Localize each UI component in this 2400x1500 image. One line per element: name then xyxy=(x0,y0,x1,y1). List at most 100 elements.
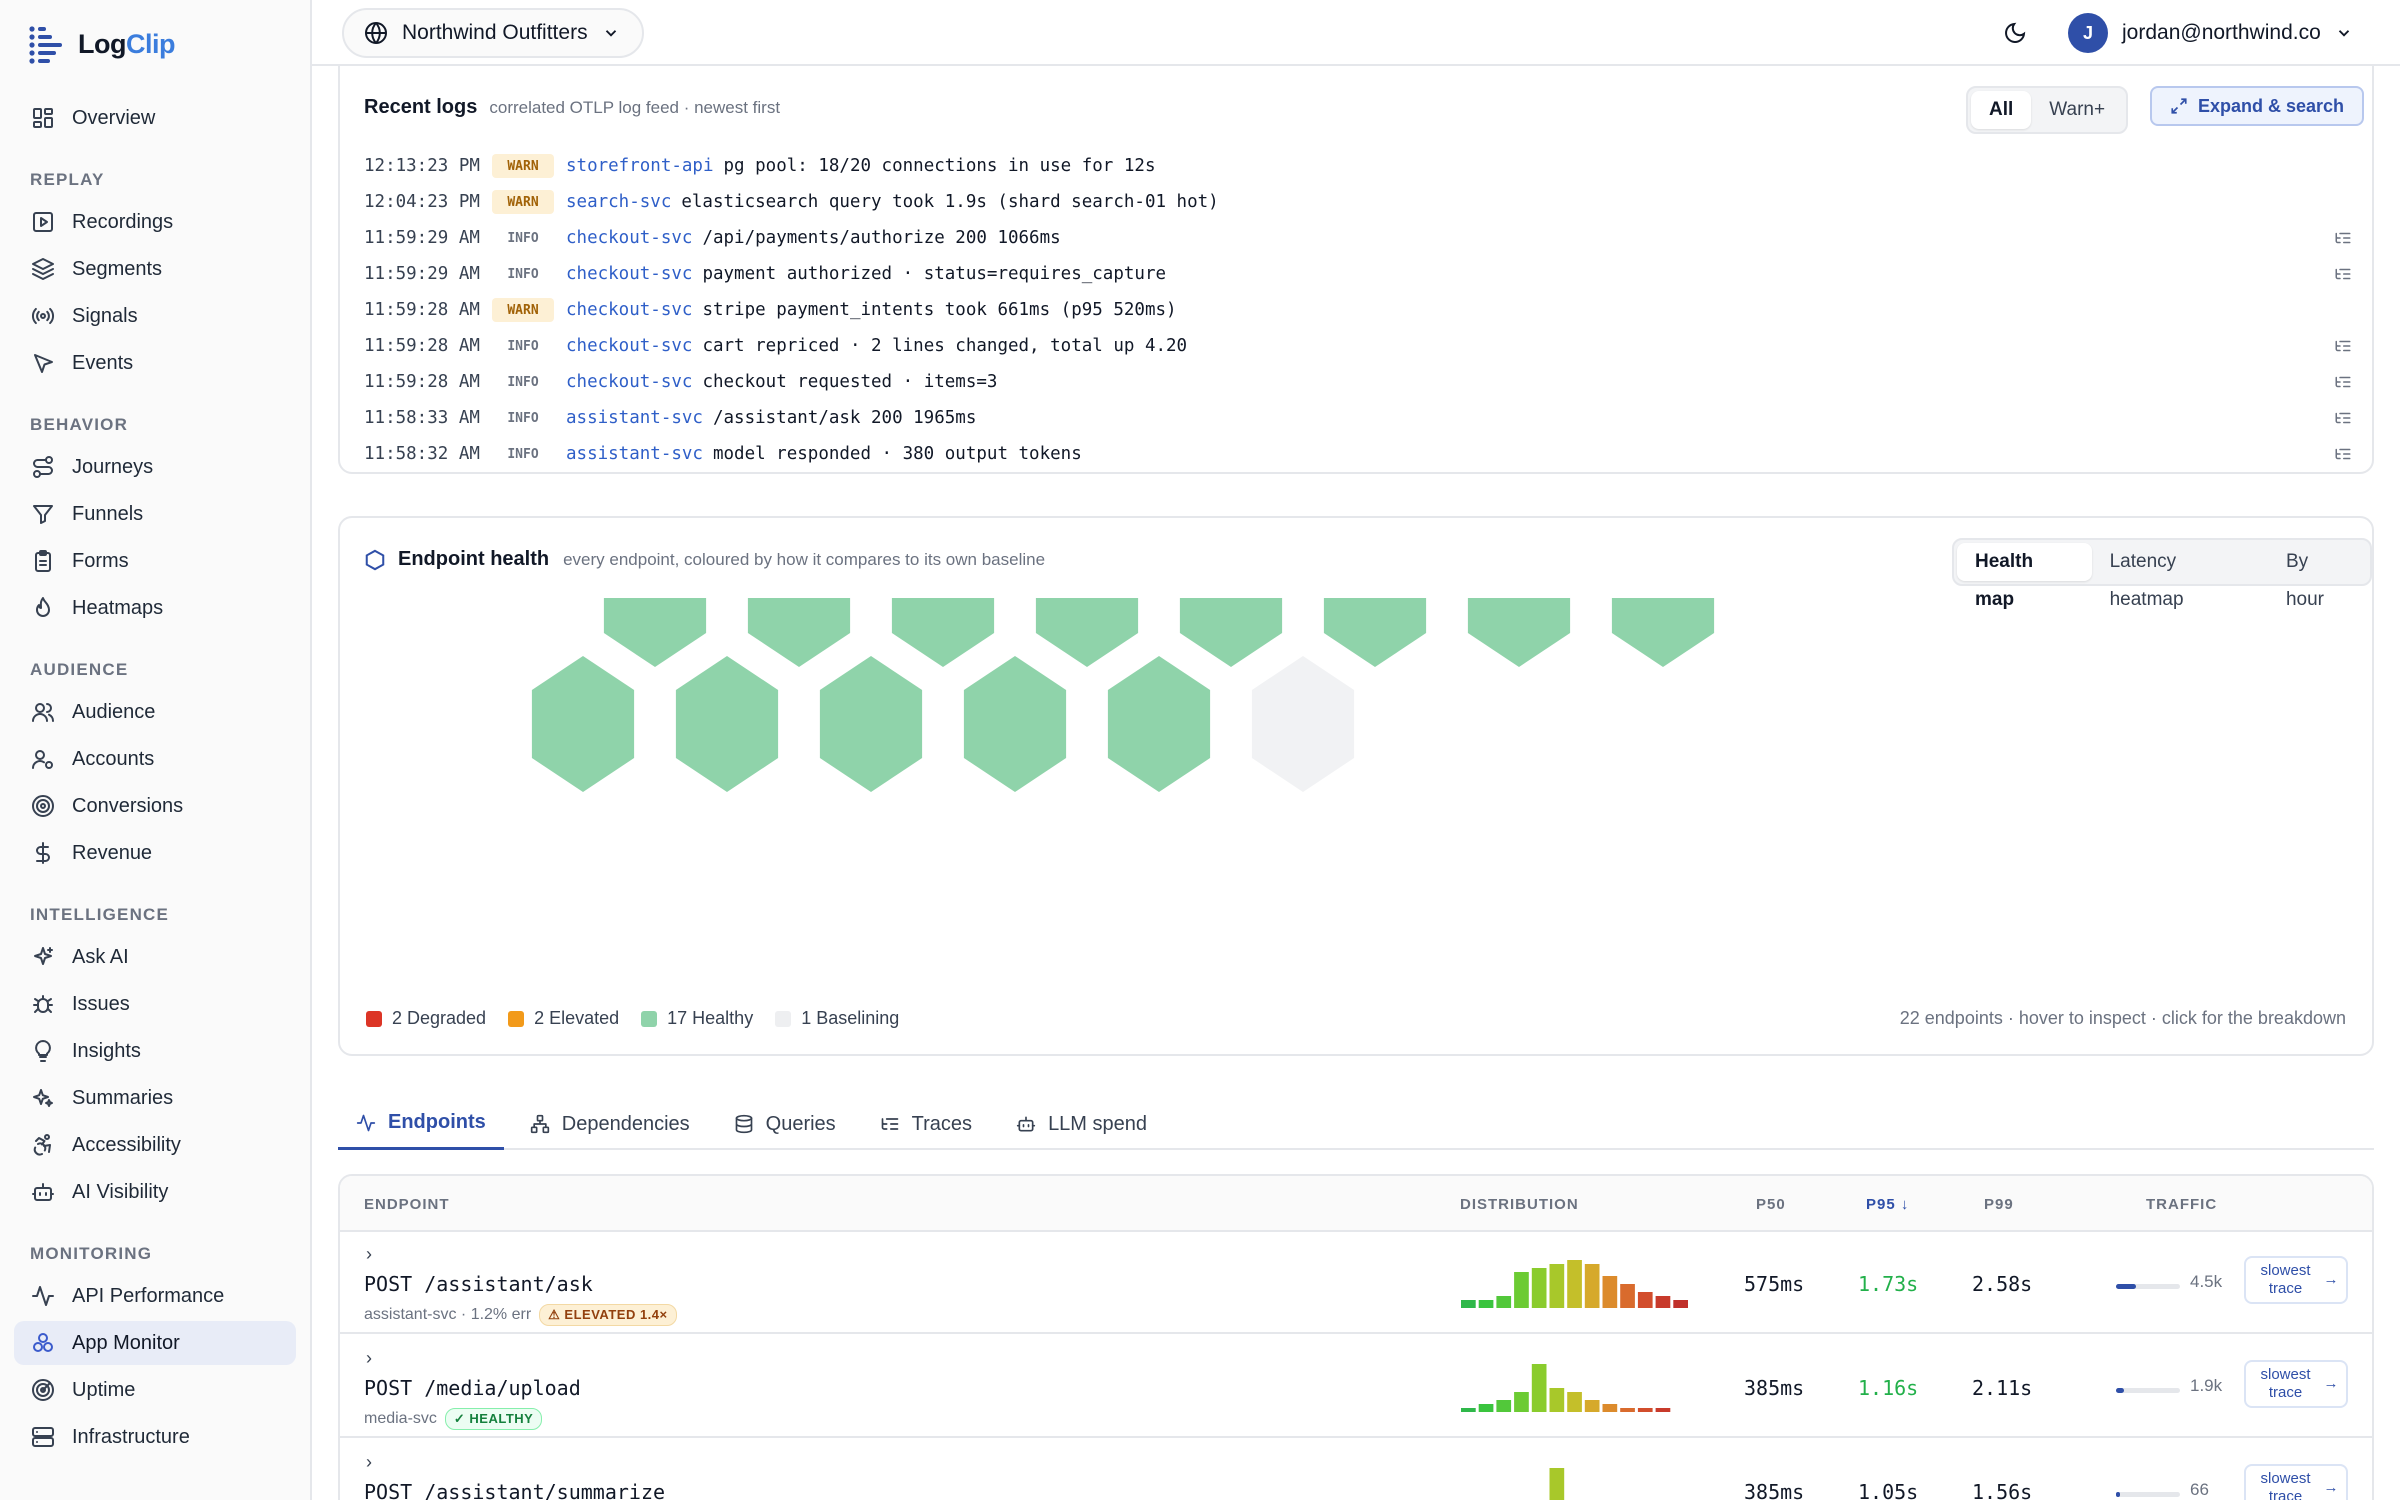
log-row[interactable]: 11:59:28 AM INFO checkout-svc cart repriced… xyxy=(364,328,2354,364)
log-service[interactable]: checkout-svc xyxy=(566,300,692,320)
endpoint-hex-healthy[interactable] xyxy=(675,656,779,792)
endpoint-hex-baselining[interactable] xyxy=(1251,656,1355,792)
sidebar-item-infrastructure[interactable]: Infrastructure xyxy=(14,1415,296,1459)
sidebar-item-funnels[interactable]: Funnels xyxy=(14,492,296,536)
log-service[interactable]: checkout-svc xyxy=(566,372,692,392)
log-service[interactable]: assistant-svc xyxy=(566,408,703,428)
trace-link-icon[interactable] xyxy=(2332,443,2354,465)
tab-queries[interactable]: Queries xyxy=(716,1098,854,1150)
col-p50[interactable]: P50 xyxy=(1756,1196,1786,1213)
expand-search-button[interactable]: Expand & search xyxy=(2150,86,2365,126)
list-tree-icon xyxy=(880,1114,900,1134)
endpoint-hex-healthy[interactable] xyxy=(963,656,1067,792)
table-row[interactable]: › POST /assistant/ask assistant-svc · 1.2%… xyxy=(340,1232,2372,1334)
sidebar-item-overview[interactable]: Overview xyxy=(14,96,296,140)
endpoint-hex-healthy[interactable] xyxy=(1107,656,1211,792)
expand-row-icon[interactable]: › xyxy=(366,1452,372,1473)
view-health-map[interactable]: Health map xyxy=(1957,543,2092,610)
sidebar-item-journeys[interactable]: Journeys xyxy=(14,445,296,489)
sidebar-item-recordings[interactable]: Recordings xyxy=(14,200,296,244)
view-latency-heatmap[interactable]: Latency heatmap xyxy=(2092,543,2268,610)
log-row[interactable]: 11:59:28 AM INFO checkout-svc checkout requ… xyxy=(364,364,2354,400)
log-row[interactable]: 11:58:32 AM INFO assistant-svc model respon… xyxy=(364,436,2354,468)
sidebar-item-revenue[interactable]: Revenue xyxy=(14,831,296,875)
endpoint-meta: assistant-svc · 1.2% err ⚠ ELEVATED 1.4× xyxy=(364,1304,677,1326)
trace-link-icon[interactable] xyxy=(2332,227,2354,249)
org-switcher[interactable]: Northwind Outfitters xyxy=(342,8,644,58)
user-menu[interactable]: J jordan@northwind.co xyxy=(2068,12,2353,54)
log-service[interactable]: assistant-svc xyxy=(566,444,703,464)
col-p99[interactable]: P99 xyxy=(1984,1196,2014,1213)
sidebar-item-signals[interactable]: Signals xyxy=(14,294,296,338)
sidebar-item-conversions[interactable]: Conversions xyxy=(14,784,296,828)
log-service[interactable]: checkout-svc xyxy=(566,228,692,248)
col-endpoint[interactable]: ENDPOINT xyxy=(364,1196,450,1213)
endpoint-hex-healthy[interactable] xyxy=(747,598,851,667)
log-row[interactable]: 11:59:29 AM INFO checkout-svc payment autho… xyxy=(364,256,2354,292)
sidebar-item-ai-visibility[interactable]: AI Visibility xyxy=(14,1170,296,1214)
endpoint-hex-healthy[interactable] xyxy=(1035,598,1139,667)
slowest-trace-button[interactable]: slowest trace → xyxy=(2244,1464,2348,1500)
bot-icon xyxy=(30,1179,56,1205)
table-row[interactable]: › POST /assistant/summarize 385ms 1.05s 1.56… xyxy=(340,1440,2372,1500)
sidebar-item-forms[interactable]: Forms xyxy=(14,539,296,583)
legend-swatch xyxy=(366,1010,382,1027)
log-row[interactable]: 12:13:23 PM WARN storefront-api pg pool: 18… xyxy=(364,148,2354,184)
tab-dependencies[interactable]: Dependencies xyxy=(512,1098,708,1150)
sidebar-item-app-monitor[interactable]: App Monitor xyxy=(14,1321,296,1365)
filter-warn[interactable]: Warn+ xyxy=(2031,91,2123,129)
sidebar-item-ask-ai[interactable]: Ask AI xyxy=(14,935,296,979)
log-service[interactable]: storefront-api xyxy=(566,156,714,176)
user-cog-icon xyxy=(30,746,56,772)
log-list[interactable]: 12:13:23 PM WARN storefront-api pg pool: 18… xyxy=(364,148,2354,468)
endpoint-hex-healthy[interactable] xyxy=(1323,598,1427,667)
sidebar-item-summaries[interactable]: Summaries xyxy=(14,1076,296,1120)
sidebar-item-label: Segments xyxy=(72,257,163,280)
tab-llm-spend[interactable]: LLM spend xyxy=(998,1098,1165,1150)
log-message: elasticsearch query took 1.9s (shard sea… xyxy=(681,192,1219,212)
log-service[interactable]: checkout-svc xyxy=(566,264,692,284)
sidebar-item-label: Infrastructure xyxy=(72,1425,190,1448)
tab-endpoints[interactable]: Endpoints xyxy=(338,1098,504,1150)
sidebar-item-heatmaps[interactable]: Heatmaps xyxy=(14,586,296,630)
log-row[interactable]: 11:58:33 AM INFO assistant-svc/assistant/a… xyxy=(364,400,2354,436)
log-row[interactable]: 11:59:28 AM WARN checkout-svc stripe paymen… xyxy=(364,292,2354,328)
endpoint-hex-healthy[interactable] xyxy=(603,598,707,667)
log-service[interactable]: checkout-svc xyxy=(566,336,692,356)
col-p95[interactable]: P95 ↓ xyxy=(1866,1196,1909,1213)
trace-link-icon[interactable] xyxy=(2332,371,2354,393)
col-traffic[interactable]: TRAFFIC xyxy=(2146,1196,2217,1213)
logo[interactable]: LogClip xyxy=(28,24,175,64)
sidebar-item-segments[interactable]: Segments xyxy=(14,247,296,291)
trace-link-icon[interactable] xyxy=(2332,263,2354,285)
slowest-trace-button[interactable]: slowest trace → xyxy=(2244,1360,2348,1408)
trace-link-icon[interactable] xyxy=(2332,335,2354,357)
tab-traces[interactable]: Traces xyxy=(862,1098,990,1150)
sidebar-item-accessibility[interactable]: Accessibility xyxy=(14,1123,296,1167)
endpoint-hex-healthy[interactable] xyxy=(531,656,635,792)
sidebar-item-issues[interactable]: Issues xyxy=(14,982,296,1026)
sidebar-item-label: Conversions xyxy=(72,794,184,817)
filter-all[interactable]: All xyxy=(1971,91,2032,129)
trace-link-icon[interactable] xyxy=(2332,407,2354,429)
endpoint-hex-healthy[interactable] xyxy=(891,598,995,667)
endpoint-hex-healthy[interactable] xyxy=(1611,598,1715,667)
view-by-hour[interactable]: By hour xyxy=(2268,543,2367,610)
log-service[interactable]: search-svc xyxy=(566,192,671,212)
endpoint-hex-healthy[interactable] xyxy=(1179,598,1283,667)
sidebar-item-events[interactable]: Events xyxy=(14,341,296,385)
expand-row-icon[interactable]: › xyxy=(366,1348,372,1369)
endpoint-hex-healthy[interactable] xyxy=(819,656,923,792)
endpoint-hex-healthy[interactable] xyxy=(1467,598,1571,667)
sidebar-item-api-performance[interactable]: API Performance xyxy=(14,1274,296,1318)
table-row[interactable]: › POST /media/upload media-svc ✓ HEALTHY 385… xyxy=(340,1336,2372,1438)
sidebar-item-audience[interactable]: Audience xyxy=(14,690,296,734)
sidebar-item-accounts[interactable]: Accounts xyxy=(14,737,296,781)
log-row[interactable]: 12:04:23 PM WARN search-svc elasticsearch q… xyxy=(364,184,2354,220)
theme-toggle[interactable] xyxy=(2000,18,2030,48)
expand-row-icon[interactable]: › xyxy=(366,1244,372,1265)
sidebar-item-uptime[interactable]: Uptime xyxy=(14,1368,296,1412)
log-row[interactable]: 11:59:29 AM INFO checkout-svc/api/payments… xyxy=(364,220,2354,256)
slowest-trace-button[interactable]: slowest trace → xyxy=(2244,1256,2348,1304)
sidebar-item-insights[interactable]: Insights xyxy=(14,1029,296,1073)
